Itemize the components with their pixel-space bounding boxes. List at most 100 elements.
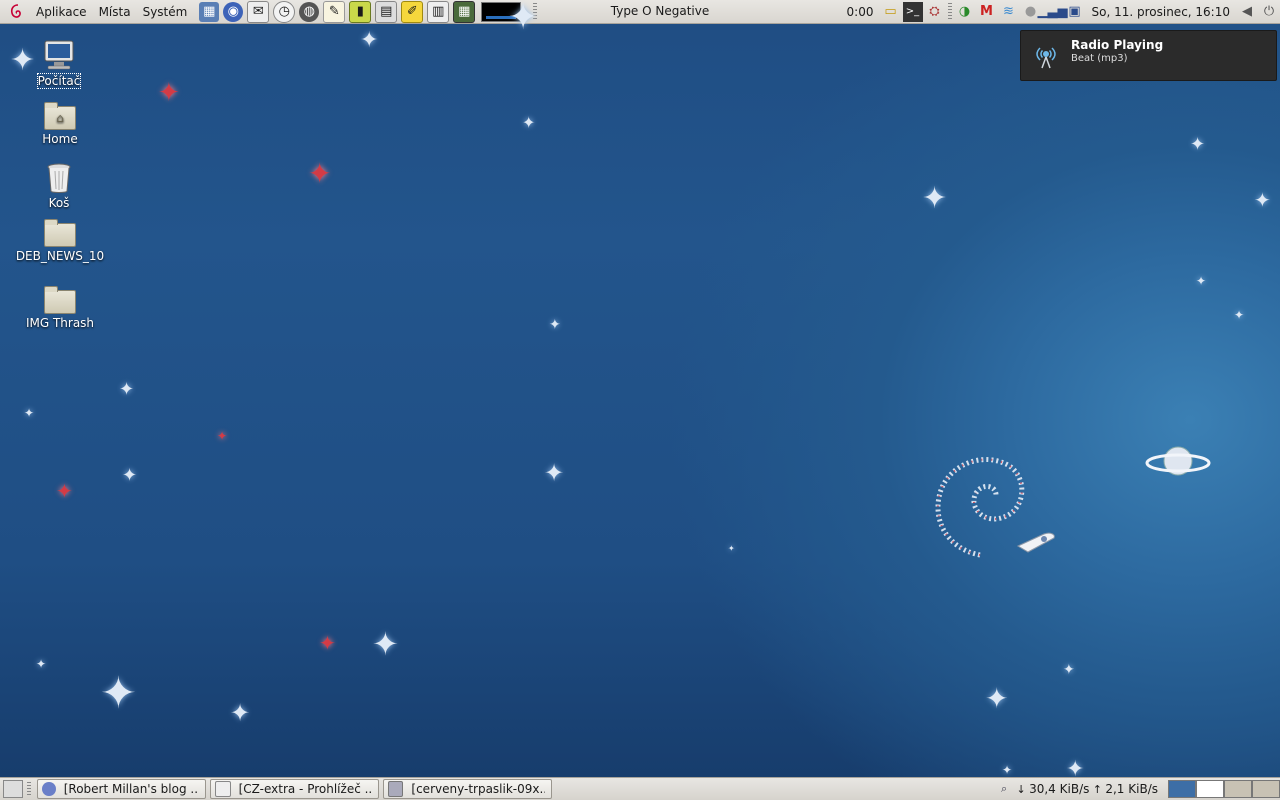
star-decoration: ✦ (1190, 134, 1206, 155)
desktop-icon-label: Home (42, 132, 78, 146)
shutdown-icon[interactable]: ⏻ (1259, 2, 1279, 22)
workspace-1[interactable] (1168, 780, 1196, 798)
show-desktop-button[interactable] (3, 780, 23, 798)
desktop-icon-home[interactable]: ⌂ Home (15, 96, 105, 146)
battery-icon[interactable]: ▮ (349, 0, 372, 23)
debian-logo-icon[interactable] (8, 3, 26, 21)
volume-icon[interactable]: ◀ (1237, 2, 1257, 22)
star-decoration: ✦ (230, 699, 251, 727)
gmail-icon[interactable]: M (977, 2, 997, 22)
taskbar-item[interactable]: [cerveny-trpaslik-09x... (383, 779, 552, 799)
top-panel: Aplikace Místa Systém ▦ ◉ ✉ ◷ ◍ ✎ ▮ ▤ ✐ … (0, 0, 1280, 24)
taskbar-item-label: [Robert Millan's blog ... (63, 782, 199, 796)
player-icon[interactable]: ▭ (881, 2, 901, 22)
computer-icon (42, 38, 76, 72)
star-decoration: ✦ (217, 429, 228, 443)
star-decoration: ✦ (522, 113, 536, 132)
desktop-icon-label: Počítač (36, 73, 82, 89)
desktop-icon-label: DEB_NEWS_10 (15, 249, 105, 263)
desktop[interactable]: Aplikace Místa Systém ▦ ◉ ✉ ◷ ◍ ✎ ▮ ▤ ✐ … (0, 0, 1280, 800)
star-decoration: ✦ (508, 0, 539, 38)
network-icon[interactable]: ▦ (199, 1, 220, 22)
star-decoration: ✦ (549, 317, 561, 333)
notes-icon[interactable]: ✐ (401, 0, 424, 23)
desktop-icon-trash[interactable]: Koš (14, 160, 104, 210)
network-monitor-icon[interactable]: ⌕ (994, 779, 1014, 799)
music-player-icon[interactable]: ◑ (955, 2, 975, 22)
upload-arrow-icon: ↑ (1092, 782, 1102, 796)
desktop-icon-label: IMG Thrash (25, 316, 95, 330)
desktop-icon-computer[interactable]: Počítač (14, 38, 104, 89)
taskbar-item[interactable]: [Robert Millan's blog ... (37, 779, 206, 799)
scanner-icon[interactable]: ▤ (375, 0, 398, 23)
terminal-icon[interactable]: >_ (902, 1, 923, 22)
star-decoration: ✦ (544, 459, 565, 487)
panel-separator[interactable] (27, 782, 31, 796)
player-time: 0:00 (846, 4, 874, 19)
presentation-icon[interactable]: ▥ (427, 0, 450, 23)
star-decoration: ✦ (922, 181, 948, 216)
radio-antenna-icon (1033, 43, 1059, 69)
trash-icon (42, 160, 76, 194)
text-editor-icon[interactable]: ✎ (323, 0, 346, 23)
wireless-icon[interactable]: ≋ (999, 2, 1019, 22)
star-decoration: ✦ (319, 631, 336, 655)
star-decoration: ✦ (24, 406, 35, 420)
calculator-icon[interactable]: ▦ (453, 0, 476, 23)
star-decoration: ✦ (1063, 662, 1075, 678)
timer-icon[interactable]: ◷ (273, 0, 296, 23)
star-decoration: ✦ (1196, 274, 1207, 288)
star-decoration: ✦ (308, 157, 332, 190)
folder-icon (43, 213, 77, 247)
tray-separator[interactable] (947, 2, 952, 21)
download-speed: 30,4 KiB/s (1029, 782, 1090, 796)
network-connection-icon[interactable]: ▣ (1065, 2, 1085, 22)
menu-applications[interactable]: Aplikace (30, 1, 93, 23)
star-decoration: ✦ (122, 465, 138, 486)
update-icon[interactable]: ⛭ (925, 2, 945, 22)
star-decoration: ✦ (728, 544, 735, 553)
star-decoration: ✦ (1254, 188, 1271, 212)
notification-title: Radio Playing (1071, 38, 1164, 52)
bottom-panel: [Robert Millan's blog ... [CZ-extra - Pr… (0, 777, 1280, 800)
signal-strength-icon[interactable]: ▁▃▅ (1038, 2, 1068, 22)
menu-system[interactable]: Systém (137, 1, 194, 23)
taskbar-item-label: [CZ-extra - Prohlížeč ... (238, 782, 372, 796)
taskbar-item[interactable]: [CZ-extra - Prohlížeč ... (210, 779, 379, 799)
folder-icon (43, 280, 77, 314)
mail-icon[interactable]: ✉ (247, 0, 270, 23)
workspace-2[interactable] (1196, 780, 1224, 798)
star-decoration: ✦ (1234, 308, 1245, 322)
notification-body: Beat (mp3) (1071, 53, 1128, 64)
document-viewer-icon (215, 781, 231, 797)
desktop-icon-folder-deb-news[interactable]: DEB_NEWS_10 (15, 213, 105, 263)
browser-icon[interactable]: ◉ (223, 1, 244, 22)
download-arrow-icon: ↓ (1016, 782, 1026, 796)
star-decoration: ✦ (119, 379, 135, 400)
desktop-icon-label: Koš (48, 196, 70, 210)
workspace-3[interactable] (1224, 780, 1252, 798)
desktop-icon-folder-img-thrash[interactable]: IMG Thrash (15, 280, 105, 330)
clock[interactable]: So, 11. prosinec, 16:10 (1086, 1, 1237, 23)
system-tray: 0:00 ▭ >_ ⛭ ◑ M ≋ ● ▁▃▅ ▣ So, 11. prosin… (841, 0, 1280, 23)
star-decoration: ✦ (158, 78, 180, 108)
bottom-tray: ⌕ ↓ 30,4 KiB/s ↑ 2,1 KiB/s (993, 778, 1280, 800)
image-viewer-icon (388, 781, 404, 797)
workspace-4[interactable] (1252, 780, 1280, 798)
window-title: Type O Negative (610, 4, 710, 18)
star-decoration: ✦ (56, 479, 73, 503)
star-decoration: ✦ (36, 657, 47, 671)
star-decoration: ✦ (985, 682, 1009, 715)
upload-speed: 2,1 KiB/s (1105, 782, 1158, 796)
star-decoration: ✦ (360, 28, 379, 53)
menu-places[interactable]: Místa (93, 1, 137, 23)
star-decoration: ✦ (1002, 763, 1013, 777)
rocket-decoration (1016, 532, 1055, 553)
terminal-globe-icon[interactable]: ◍ (299, 1, 320, 22)
launcher-bar: ▦ ◉ ✉ ◷ ◍ ✎ ▮ ▤ ✐ ▥ ▦ (197, 0, 522, 23)
browser-icon (42, 782, 56, 796)
home-folder-icon: ⌂ (43, 96, 77, 130)
star-decoration: ✦ (372, 625, 399, 663)
notification-popup[interactable]: Radio Playing Beat (mp3) (1020, 30, 1277, 81)
taskbar-item-label: [cerveny-trpaslik-09x... (411, 782, 545, 796)
